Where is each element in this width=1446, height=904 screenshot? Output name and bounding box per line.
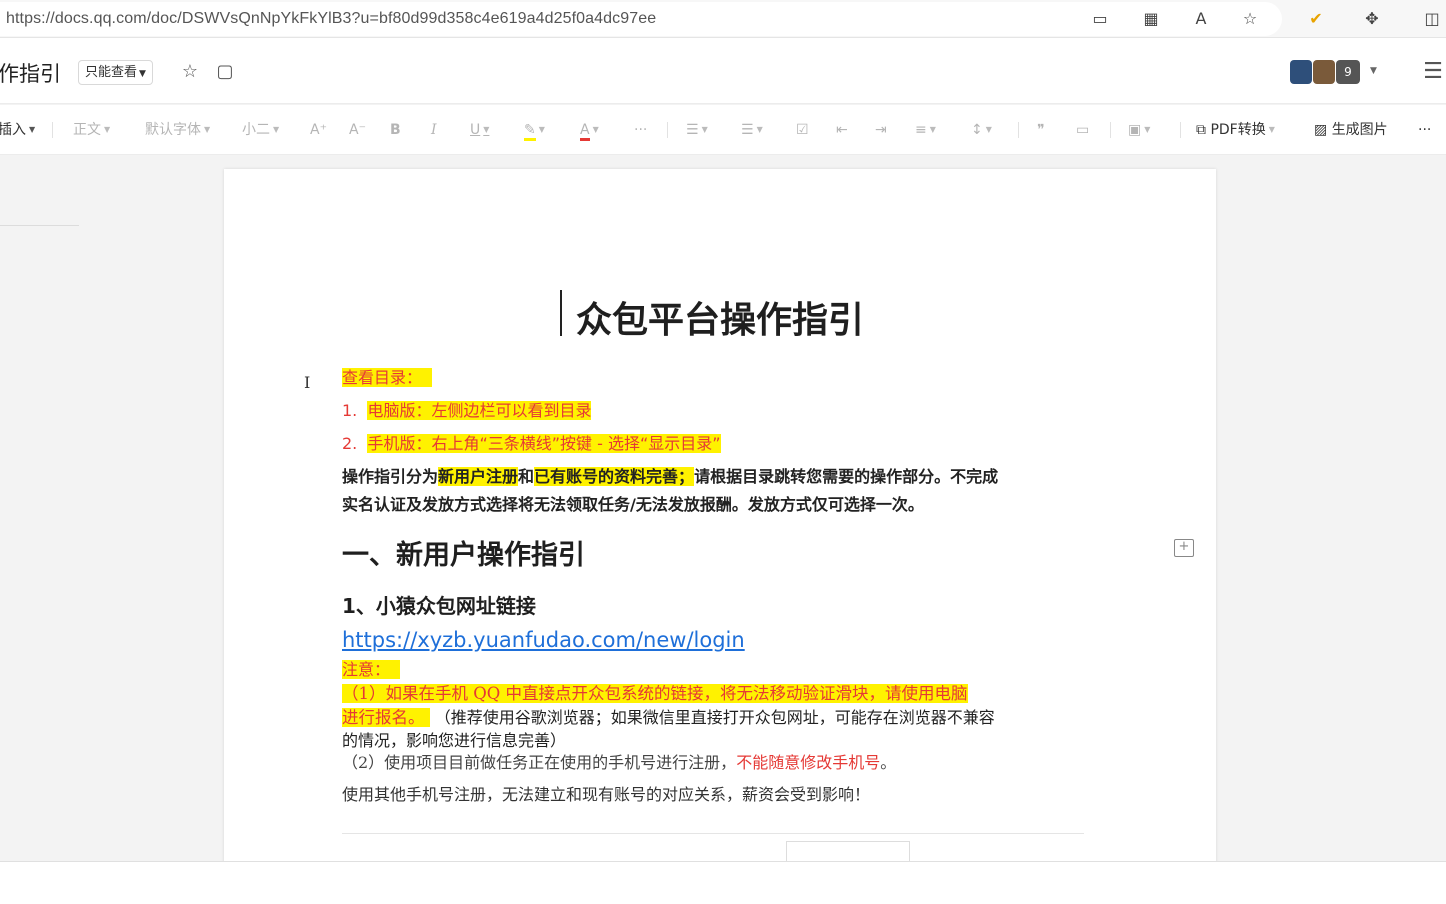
line-spacing-icon[interactable]: ↕ ▼ (971, 121, 992, 139)
note1-line1: （1）如果在手机 QQ 中直接点开众包系统的链接，将无法移动验证滑块，请使用电脑 (342, 680, 968, 704)
note-warning: 不能随意修改手机号 (736, 753, 881, 772)
format-toolbar: 插入 ▼ 正文 ▼ 默认字体 ▼ 小二 ▼ A⁺ A⁻ B I U ▼ ✎ ▼ A ▼ ···… (0, 105, 1446, 155)
toc-item-number: 1. (342, 401, 358, 420)
outline-divider (0, 225, 79, 226)
note1-line2: 进行报名。 （推荐使用谷歌浏览器；如果微信里直接打开众包网址，可能存在浏览器不兼… (342, 704, 995, 728)
view-mode-label: 只能查看 (85, 65, 138, 80)
font-size-label: 小二 (242, 122, 270, 138)
document-page[interactable]: 众包平台操作指引 查看目录： 1. 电脑版：左侧边栏可以看到目录 2. 手机版：… (224, 169, 1216, 869)
view-mode-dropdown[interactable]: 只能查看 ▼ (78, 60, 153, 85)
font-select[interactable]: 默认字体 ▼ (145, 121, 210, 139)
bold-icon[interactable]: B (390, 121, 401, 139)
highlight-icon[interactable]: ✎ ▼ (524, 121, 545, 141)
intro-paragraph-line1: 操作指引分为新用户注册和已有账号的资料完善；请根据目录跳转您需要的操作部分。不完… (342, 463, 998, 487)
pdf-convert-button[interactable]: ⧉ PDF转换 ▼ (1196, 121, 1275, 139)
checkbox-list-icon[interactable]: ☑ (796, 121, 809, 139)
indent-icon[interactable]: ⇥ (875, 121, 887, 139)
chevron-down-icon: ▼ (1370, 66, 1377, 76)
note-text: （1）如果在 (342, 684, 435, 703)
generate-image-button[interactable]: ▨ 生成图片 (1314, 121, 1388, 139)
document-title: 作指引 (0, 62, 61, 86)
intro-text: 请根据目录跳转您需要的操作部分。不完成 (694, 467, 999, 486)
doc-heading-title: 众包平台操作指引 (575, 300, 864, 341)
menu-icon[interactable]: ☰ (1422, 61, 1444, 83)
intro-highlight: 新用户注册 (438, 467, 519, 486)
add-comment-icon[interactable]: + (1174, 539, 1194, 557)
paragraph-style-select[interactable]: 正文 ▼ (73, 121, 110, 139)
avatar (1290, 60, 1312, 84)
decrease-font-icon[interactable]: A⁻ (349, 121, 366, 139)
image-insert-icon[interactable]: ▣ ▼ (1128, 121, 1150, 139)
browser-address-bar: https://docs.qq.com/doc/DSWVsQnNpYkFkYlB… (0, 0, 1446, 38)
image-icon: ▨ (1314, 122, 1332, 138)
note-label-text: 注意： (342, 660, 391, 679)
toolbar-divider (667, 122, 668, 138)
extension-check-icon[interactable]: ✔ (1306, 9, 1326, 29)
note1-line3: 的情况，影响您进行信息完善） (342, 731, 567, 750)
align-icon[interactable]: ≡ ▼ (915, 121, 936, 139)
toc-item-number: 2. (342, 434, 358, 453)
toolbar-divider (52, 122, 53, 138)
toc-label: 查看目录： (342, 364, 433, 388)
font-label: 默认字体 (145, 122, 201, 138)
url-text[interactable]: https://docs.qq.com/doc/DSWVsQnNpYkFkYlB… (6, 10, 656, 28)
outdent-icon[interactable]: ⇤ (836, 121, 848, 139)
collaborator-count: 9 (1336, 60, 1360, 84)
warning-line: 使用其他手机号注册，无法建立和现有账号的对应关系，薪资会受到影响！ (342, 785, 871, 804)
insert-menu[interactable]: 插入 ▼ (0, 121, 35, 139)
bottom-bar (0, 861, 1446, 904)
device-icon[interactable]: ▭ (1090, 9, 1110, 29)
toolbar-more-icon[interactable]: ··· (1418, 121, 1431, 139)
pdf-icon: ⧉ (1196, 122, 1211, 138)
toc-item-text: 手机版：右上角“三条横线”按键 - 选择“显示目录” (367, 434, 721, 453)
divider-block-icon[interactable]: ▭ (1076, 121, 1089, 139)
chevron-down-icon: ▼ (139, 69, 146, 79)
font-size-select[interactable]: 小二 ▼ (242, 121, 279, 139)
intro-paragraph-line2: 实名认证及发放方式选择将无法领取任务/无法发放报酬。发放方式仅可选择一次。 (342, 495, 924, 514)
section-heading: 一、新用户操作指引 (342, 540, 585, 571)
intro-text: 和 (518, 467, 535, 486)
note-text: （推荐使用谷歌浏览器；如果微信里直接打开众包网址，可能存在浏览器不兼容 (434, 708, 995, 727)
intro-text: 操作指引分为 (342, 467, 439, 486)
read-aloud-icon[interactable]: A (1191, 9, 1211, 29)
text-caret (560, 290, 562, 336)
signup-link[interactable]: https://xyzb.yuanfudao.com/new/login (342, 628, 745, 652)
apps-grid-icon[interactable]: ▦ (1141, 9, 1161, 29)
toolbar-divider (1110, 122, 1111, 138)
intro-highlight: 已有账号的资料完善； (534, 467, 695, 486)
split-view-icon[interactable]: ◫ (1422, 9, 1442, 29)
note-label: 注意： (342, 656, 401, 680)
note-text: 。 (880, 753, 897, 772)
toc-item: 2. 手机版：右上角“三条横线”按键 - 选择“显示目录” (342, 430, 721, 454)
comment-icon[interactable]: ▢ (214, 61, 236, 83)
star-icon[interactable]: ☆ (179, 61, 201, 83)
more-format-icon[interactable]: ··· (634, 121, 647, 139)
document-header: 作指引 只能查看 ▼ ☆ ▢ 9 ▼ ☰ (0, 38, 1446, 104)
toc-item-text: 电脑版：左侧边栏可以看到目录 (367, 401, 592, 420)
text-cursor-icon: I (304, 373, 311, 392)
note-highlight: 进行报名。 (342, 708, 425, 727)
quote-icon[interactable]: ❞ (1037, 121, 1045, 139)
toc-item: 1. 电脑版：左侧边栏可以看到目录 (342, 397, 592, 421)
favorite-star-icon[interactable]: ☆ (1240, 9, 1260, 29)
subsection-heading: 1、小猿众包网址链接 (342, 594, 536, 618)
text-color-icon[interactable]: A ▼ (580, 121, 599, 141)
toc-label-text: 查看目录： (342, 368, 423, 387)
toolbar-divider (1180, 122, 1181, 138)
insert-label: 插入 (0, 122, 26, 138)
generate-image-label: 生成图片 (1331, 122, 1388, 138)
bullet-list-icon[interactable]: ☰ ▼ (686, 121, 708, 139)
note-highlight: 手机 QQ 中直接点开众包系统的链接，将无法移动验证滑块，请使用电脑 (435, 684, 968, 703)
numbered-list-icon[interactable]: ☰ ▼ (741, 121, 763, 139)
increase-font-icon[interactable]: A⁺ (310, 121, 327, 139)
italic-icon[interactable]: I (431, 121, 437, 139)
note2: （2）使用项目目前做任务正在使用的手机号进行注册，不能随意修改手机号。 (342, 749, 896, 773)
toolbar-divider (1018, 122, 1019, 138)
extensions-puzzle-icon[interactable]: ✥ (1362, 9, 1382, 29)
paragraph-style-label: 正文 (73, 122, 101, 138)
underline-icon[interactable]: U ▼ (470, 121, 489, 139)
avatar (1313, 60, 1335, 84)
pdf-label: PDF转换 (1210, 122, 1266, 138)
note-text: （2）使用项目目前做任务正在使用的手机号进行注册， (342, 753, 737, 772)
